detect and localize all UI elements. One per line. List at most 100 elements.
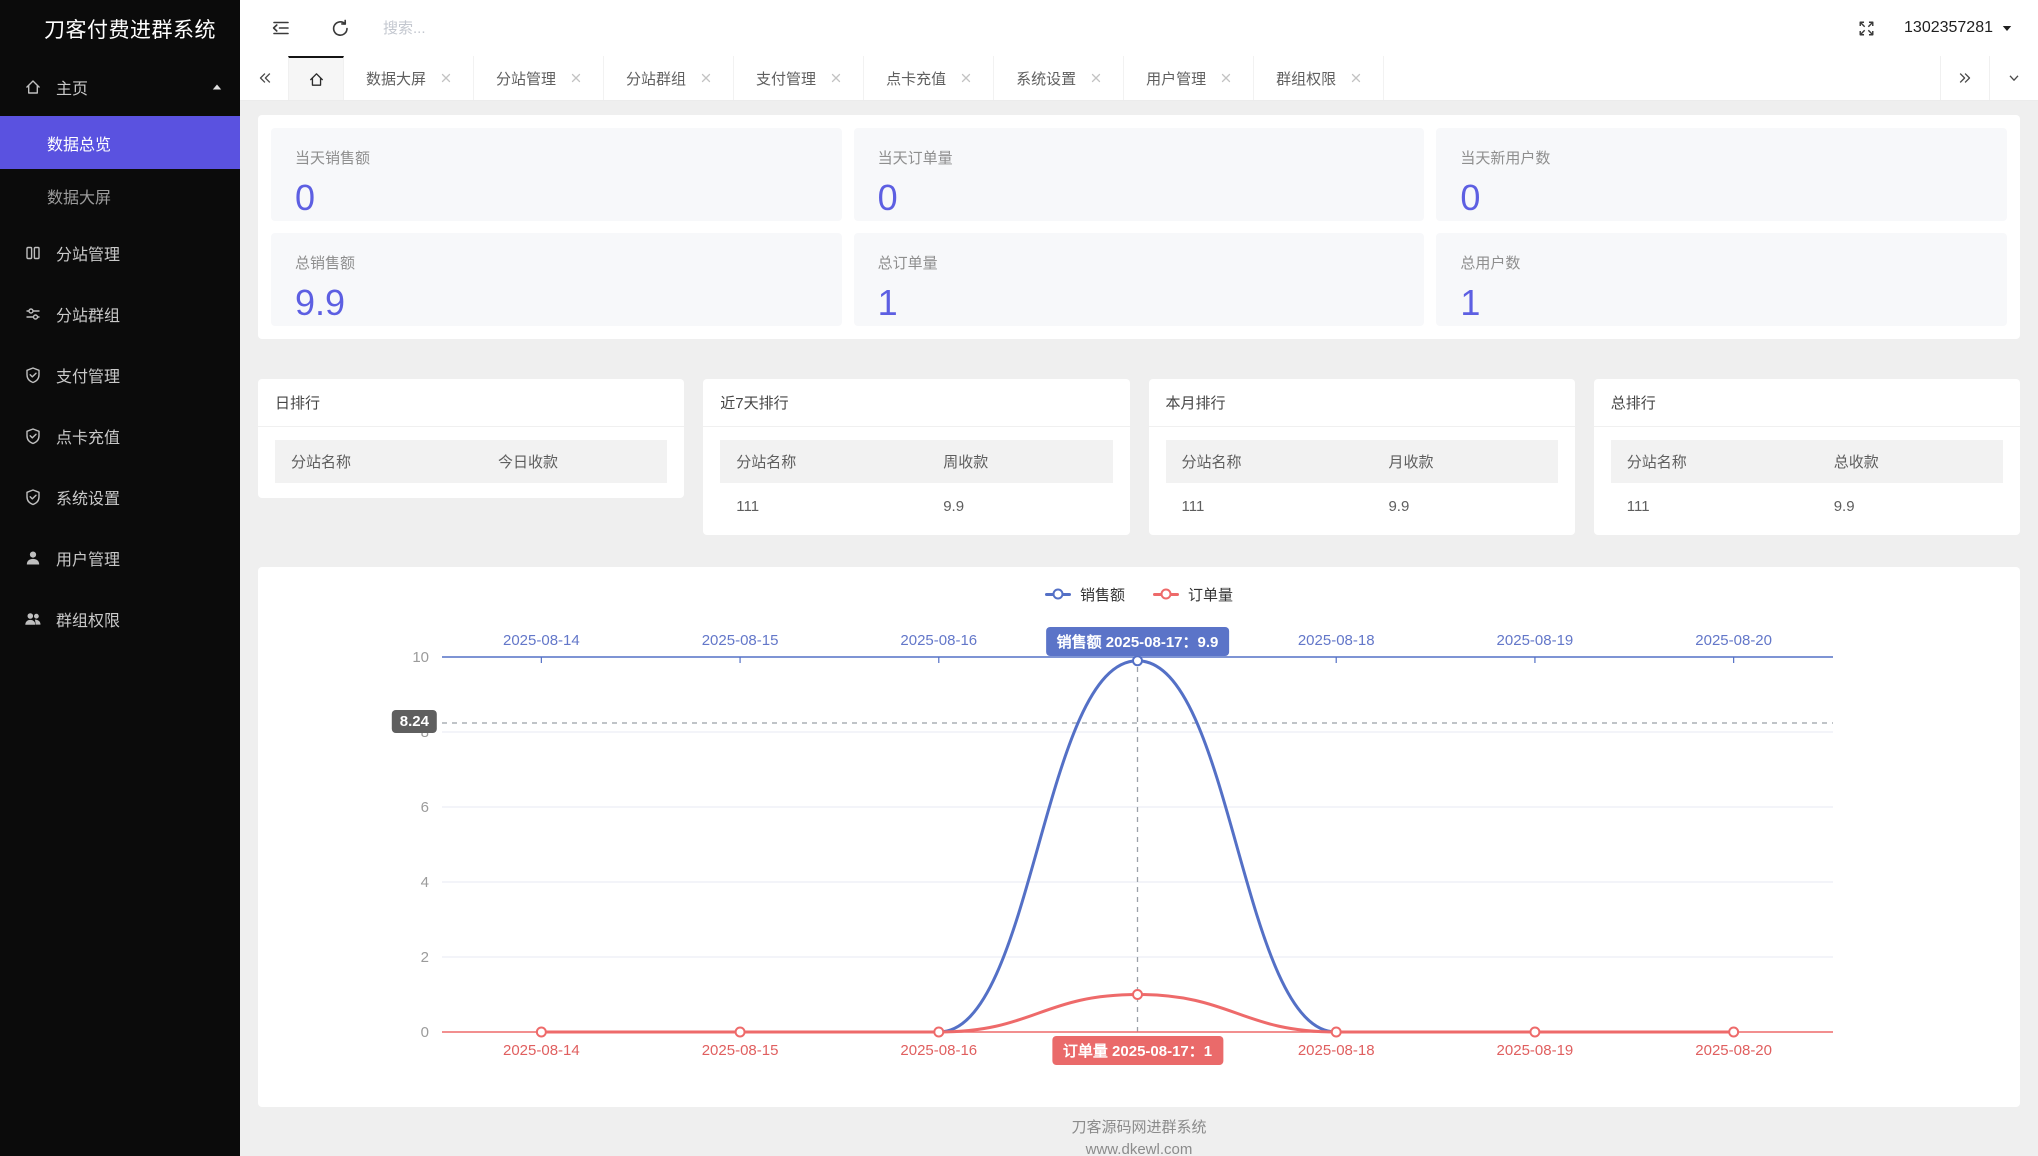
rankings-row: 日排行 分站名称 今日收款 近7天排行 分站名称 周收款 1119.9 本月排行… — [258, 379, 2020, 535]
close-icon[interactable] — [1221, 73, 1231, 83]
ranking-card: 本月排行 分站名称 月收款 1119.9 — [1149, 379, 1575, 535]
tooltip-orders: 订单量 2025-08-17：1 — [1052, 1036, 1223, 1065]
close-icon[interactable] — [1351, 73, 1361, 83]
columns-icon — [24, 244, 42, 262]
close-icon[interactable] — [441, 73, 451, 83]
stat-label: 当天订单量 — [878, 147, 1401, 168]
legend-item[interactable]: 销售额 — [1045, 584, 1125, 605]
ranking-table-header: 分站名称 周收款 — [720, 440, 1112, 483]
close-icon[interactable] — [701, 73, 711, 83]
ranking-col-amount: 今日收款 — [498, 451, 667, 472]
sidebar-item[interactable]: 点卡充值 — [0, 405, 240, 466]
stat-card: 当天销售额 0 — [271, 128, 842, 221]
caret-up-icon — [212, 83, 222, 91]
close-icon[interactable] — [1091, 73, 1101, 83]
tab-label: 支付管理 — [756, 68, 816, 89]
tab-label: 数据大屏 — [366, 68, 426, 89]
chart-canvas: 2025-08-142025-08-142025-08-152025-08-15… — [272, 609, 2006, 1099]
stat-card: 总用户数 1 — [1436, 233, 2007, 326]
tab[interactable]: 数据大屏 — [344, 56, 474, 100]
svg-text:6: 6 — [421, 799, 429, 816]
footer: 刀客源码网进群系统 www.dkewl.com — [258, 1107, 2020, 1156]
collapse-menu-icon[interactable] — [270, 17, 292, 39]
users-icon — [24, 610, 42, 628]
sidebar-subitem[interactable]: 数据大屏 — [0, 169, 240, 222]
ranking-table-row: 1119.9 — [1611, 483, 2003, 520]
close-icon[interactable] — [571, 73, 581, 83]
app-window: 刀客付费进群系统 主页 数据总览 数据大屏 分站管理 分站群组 支付管 — [0, 0, 2038, 1156]
sidebar-item[interactable]: 用户管理 — [0, 527, 240, 588]
search-input[interactable] — [381, 19, 705, 38]
tooltip-sales: 销售额 2025-08-17：9.9 — [1046, 627, 1230, 656]
legend-label: 销售额 — [1080, 584, 1125, 605]
svg-text:2: 2 — [421, 949, 429, 966]
sidebar-item[interactable]: 群组权限 — [0, 588, 240, 649]
sidebar-item-home[interactable]: 主页 — [0, 58, 240, 116]
chevron-down-icon[interactable] — [1989, 56, 2038, 100]
user-menu[interactable]: 1302357281 — [1904, 19, 2012, 37]
ranking-table: 分站名称 周收款 1119.9 — [703, 427, 1129, 535]
ranking-cell: 9.9 — [1388, 498, 1557, 515]
svg-text:10: 10 — [412, 649, 429, 666]
main-column: 1302357281 数据大屏 分站管理 分 — [240, 0, 2038, 1156]
shield-check-icon — [24, 488, 42, 506]
tab[interactable]: 支付管理 — [734, 56, 864, 100]
ranking-table: 分站名称 月收款 1119.9 — [1149, 427, 1575, 535]
sidebar-item[interactable]: 系统设置 — [0, 466, 240, 527]
chart-legend: 销售额 订单量 — [272, 581, 2006, 607]
ranking-table-header: 分站名称 总收款 — [1611, 440, 2003, 483]
svg-text:2025-08-14: 2025-08-14 — [503, 1042, 580, 1059]
ranking-cell: 111 — [1627, 498, 1834, 515]
chevrons-right-icon[interactable] — [1940, 56, 1989, 100]
sidebar-item[interactable]: 分站管理 — [0, 222, 240, 283]
stat-label: 总销售额 — [295, 252, 818, 273]
line-chart: 2025-08-142025-08-142025-08-152025-08-15… — [272, 609, 2006, 1099]
home-icon — [24, 78, 42, 96]
ranking-cell: 9.9 — [1834, 498, 2003, 515]
shield-check-icon — [24, 427, 42, 445]
stat-card: 当天新用户数 0 — [1436, 128, 2007, 221]
user-id: 1302357281 — [1904, 19, 1993, 37]
tab[interactable]: 用户管理 — [1124, 56, 1254, 100]
svg-text:2025-08-16: 2025-08-16 — [900, 1042, 977, 1059]
ranking-card: 总排行 分站名称 总收款 1119.9 — [1594, 379, 2020, 535]
svg-text:2025-08-15: 2025-08-15 — [702, 632, 779, 649]
sidebar-item[interactable]: 支付管理 — [0, 344, 240, 405]
tab-home[interactable] — [288, 56, 344, 100]
close-icon[interactable] — [831, 73, 841, 83]
ranking-table-header: 分站名称 今日收款 — [275, 440, 667, 483]
sidebar-item[interactable]: 分站群组 — [0, 283, 240, 344]
tabs-strip: 数据大屏 分站管理 分站群组 支付管理 点卡充值 系统设置 用户 — [344, 56, 1384, 100]
tab[interactable]: 分站群组 — [604, 56, 734, 100]
sidebar-item-label: 分站群组 — [56, 302, 120, 326]
legend-marker — [1045, 593, 1071, 596]
legend-label: 订单量 — [1188, 584, 1233, 605]
svg-text:2025-08-15: 2025-08-15 — [702, 1042, 779, 1059]
tab[interactable]: 群组权限 — [1254, 56, 1384, 100]
stat-label: 总用户数 — [1460, 252, 1983, 273]
legend-item[interactable]: 订单量 — [1153, 584, 1233, 605]
svg-text:2025-08-20: 2025-08-20 — [1695, 632, 1772, 649]
fullscreen-icon[interactable] — [1857, 19, 1876, 38]
sidebar-subitem[interactable]: 数据总览 — [0, 116, 240, 169]
ranking-cell: 9.9 — [943, 498, 1112, 515]
stat-label: 当天销售额 — [295, 147, 818, 168]
stat-value: 9.9 — [295, 282, 818, 324]
sidebar-item-label: 主页 — [56, 75, 88, 99]
ranking-table-row: 1119.9 — [1166, 483, 1558, 520]
sidebar-submenu: 数据总览 数据大屏 — [0, 116, 240, 222]
tab[interactable]: 系统设置 — [994, 56, 1124, 100]
tab[interactable]: 点卡充值 — [864, 56, 994, 100]
sidebar-subitem-label: 数据大屏 — [47, 184, 111, 208]
refresh-icon[interactable] — [330, 18, 351, 39]
svg-text:2025-08-19: 2025-08-19 — [1497, 632, 1574, 649]
ranking-rows: 1119.9 — [720, 483, 1112, 520]
ranking-table: 分站名称 今日收款 — [258, 427, 684, 498]
close-icon[interactable] — [961, 73, 971, 83]
tabbar: 数据大屏 分站管理 分站群组 支付管理 点卡充值 系统设置 用户 — [240, 56, 2038, 101]
tab[interactable]: 分站管理 — [474, 56, 604, 100]
chevrons-left-icon[interactable] — [240, 56, 288, 100]
shield-check-icon — [24, 366, 42, 384]
ranking-cell: 111 — [736, 498, 943, 515]
sales-orders-chart-card: 销售额订单量 2025-08-142025-08-142025-08-15202… — [258, 567, 2020, 1107]
